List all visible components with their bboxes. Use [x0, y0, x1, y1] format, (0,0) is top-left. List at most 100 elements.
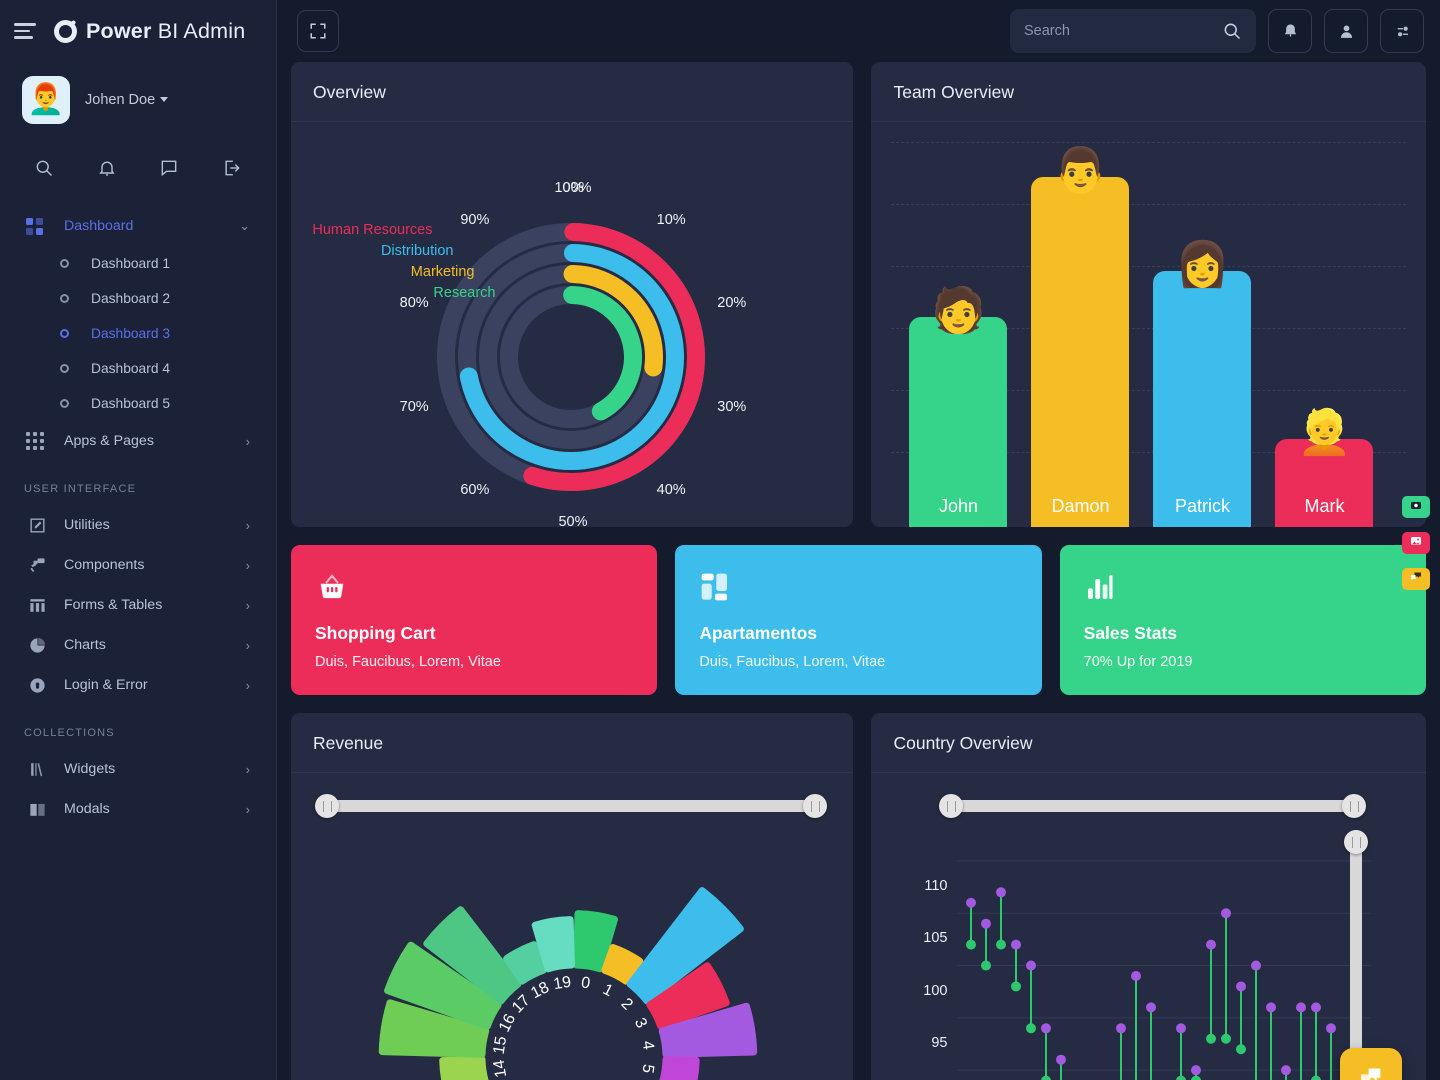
data-point[interactable] — [1326, 1023, 1337, 1034]
table-icon — [26, 594, 48, 616]
info-card-subtitle: 70% Up for 2019 — [1083, 654, 1193, 670]
data-point[interactable] — [1146, 1002, 1157, 1013]
notifications-button[interactable] — [1268, 9, 1312, 53]
chevron-right-icon[interactable]: › — [246, 802, 250, 817]
fullscreen-button[interactable] — [297, 10, 339, 52]
data-point[interactable] — [966, 897, 977, 908]
country-range-slider-v[interactable] — [1344, 830, 1368, 1080]
data-point[interactable] — [1011, 981, 1022, 992]
sidebar-subitem-dashboard-4[interactable]: Dashboard 4 — [0, 351, 276, 386]
data-point[interactable] — [1311, 1002, 1322, 1013]
data-point[interactable] — [1191, 1065, 1202, 1076]
damon-avatar: 👨 — [1053, 146, 1108, 195]
chevron-right-icon[interactable]: › — [246, 518, 250, 533]
sidebar-item-components[interactable]: Components › — [0, 545, 276, 585]
data-point[interactable] — [1236, 981, 1247, 992]
revenue-range-slider[interactable] — [315, 794, 828, 818]
chevron-right-icon[interactable]: › — [246, 678, 250, 693]
sidebar-item-apps-pages[interactable]: Apps & Pages › — [0, 421, 276, 461]
country-slider-knob-right[interactable] — [1342, 794, 1366, 818]
data-point[interactable] — [1176, 1075, 1187, 1080]
sidebar-subitem-dashboard-3[interactable]: Dashboard 3 — [0, 316, 276, 351]
data-point[interactable] — [1041, 1075, 1052, 1080]
chevron-down-icon[interactable]: ⌄ — [239, 218, 250, 234]
bar-column[interactable]: 👨 Damon — [1031, 149, 1130, 527]
sidebar-subitem-dashboard-5[interactable]: Dashboard 5 — [0, 386, 276, 421]
books-icon — [26, 758, 48, 780]
data-point[interactable] — [1026, 1023, 1037, 1034]
country-vslider-knob-top[interactable] — [1344, 830, 1368, 854]
sidebar-item-forms-tables[interactable]: Forms & Tables › — [0, 585, 276, 625]
menu-toggle-icon[interactable] — [14, 21, 40, 41]
chevron-right-icon[interactable]: › — [246, 762, 250, 777]
bar-column[interactable]: 👩 Patrick — [1153, 243, 1252, 527]
radial-category-label: Research — [433, 285, 496, 301]
chevron-right-icon[interactable]: › — [246, 434, 250, 449]
data-point[interactable] — [1056, 1054, 1067, 1065]
sidebar-item-widgets[interactable]: Widgets › — [0, 749, 276, 789]
bar-column[interactable]: 👱 Mark — [1275, 411, 1374, 527]
data-point[interactable] — [1206, 939, 1217, 950]
chat-fab[interactable] — [1340, 1048, 1402, 1080]
image-button[interactable] — [1402, 532, 1430, 554]
search-input[interactable] — [1024, 23, 1222, 39]
sidebar-item-utilities[interactable]: Utilities › — [0, 505, 276, 545]
chevron-down-icon[interactable] — [160, 97, 169, 103]
data-point[interactable] — [981, 960, 992, 971]
data-point[interactable] — [1236, 1044, 1247, 1055]
data-point[interactable] — [1131, 971, 1142, 981]
data-point[interactable] — [1011, 939, 1022, 950]
bell-icon[interactable] — [93, 154, 121, 182]
message-icon[interactable] — [155, 154, 183, 182]
info-card-apartamentos[interactable]: Apartamentos Duis, Faucibus, Lorem, Vitae — [675, 545, 1042, 695]
camera-button[interactable] — [1402, 496, 1430, 518]
chevron-right-icon[interactable]: › — [246, 638, 250, 653]
logout-icon[interactable] — [218, 154, 246, 182]
data-point[interactable] — [1191, 1075, 1202, 1080]
sidebar-item-login-error[interactable]: Login & Error › — [0, 665, 276, 705]
sidebar-subitem-dashboard-1[interactable]: Dashboard 1 — [0, 246, 276, 281]
radial-tick-label: 30% — [717, 398, 747, 415]
data-point[interactable] — [981, 918, 992, 929]
brand[interactable]: Power BI Admin — [54, 19, 245, 44]
data-point[interactable] — [1116, 1023, 1127, 1034]
data-point[interactable] — [1176, 1023, 1187, 1034]
bullet-icon — [60, 329, 69, 338]
chevron-right-icon[interactable]: › — [246, 598, 250, 613]
bar-column[interactable]: 🧑 John — [909, 289, 1008, 527]
profile-button[interactable] — [1324, 9, 1368, 53]
data-point[interactable] — [1296, 1002, 1307, 1013]
data-point[interactable] — [1026, 960, 1037, 971]
sidebar-item-label: Components — [64, 557, 145, 573]
data-point[interactable] — [1266, 1002, 1277, 1013]
search-icon[interactable] — [30, 154, 58, 182]
data-point[interactable] — [996, 939, 1007, 950]
data-point[interactable] — [966, 939, 977, 950]
data-point[interactable] — [1206, 1033, 1217, 1044]
data-point[interactable] — [1221, 1033, 1232, 1044]
data-point[interactable] — [1251, 960, 1262, 971]
settings-button[interactable] — [1380, 9, 1424, 53]
data-point[interactable] — [996, 887, 1007, 898]
data-point[interactable] — [1221, 908, 1232, 919]
sidebar-user[interactable]: 👨‍🦰 Johen Doe — [0, 62, 276, 124]
app-root: Power BI Admin 👨‍🦰 Johen Doe — [0, 0, 1440, 1080]
data-point[interactable] — [1281, 1065, 1292, 1076]
sidebar-subitem-dashboard-2[interactable]: Dashboard 2 — [0, 281, 276, 316]
sidebar-item-dashboard[interactable]: Dashboard ⌄ — [0, 206, 276, 246]
sidebar-item-charts[interactable]: Charts › — [0, 625, 276, 665]
info-card-sales-stats[interactable]: Sales Stats 70% Up for 2019 — [1059, 545, 1426, 695]
info-card-subtitle: Duis, Faucibus, Lorem, Vitae — [315, 654, 501, 670]
chevron-right-icon[interactable]: › — [246, 558, 250, 573]
search-icon[interactable] — [1222, 21, 1242, 41]
rose-segment[interactable] — [439, 1056, 489, 1080]
data-point[interactable] — [1311, 1075, 1322, 1080]
rose-segment[interactable] — [659, 1056, 700, 1080]
country-slider-knob-left[interactable] — [939, 794, 964, 818]
search-box[interactable] — [1010, 9, 1256, 53]
info-card-shopping-cart[interactable]: Shopping Cart Duis, Faucibus, Lorem, Vita… — [291, 545, 658, 695]
sidebar-item-modals[interactable]: Modals › — [0, 789, 276, 829]
data-point[interactable] — [1041, 1023, 1052, 1034]
chat-button[interactable] — [1402, 568, 1430, 590]
country-range-slider-h[interactable] — [939, 794, 1366, 818]
